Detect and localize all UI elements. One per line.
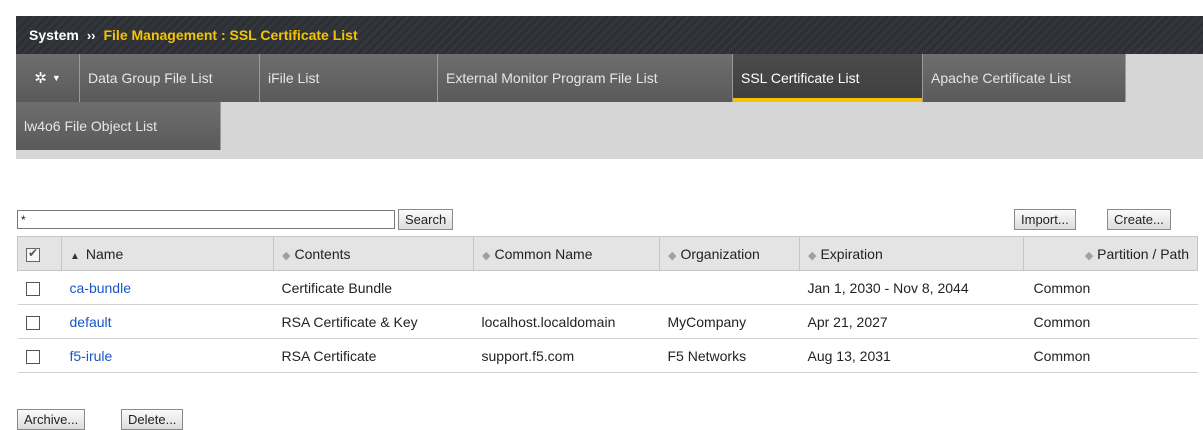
row-select-cell[interactable] xyxy=(17,270,62,305)
table-header-row: ▲Name ◆Contents ◆Common Name ◆Organizati… xyxy=(17,236,1198,271)
certificate-link[interactable]: f5-irule xyxy=(70,348,113,364)
expiration-cell: Jan 1, 2030 - Nov 8, 2044 xyxy=(799,270,1024,305)
row-select-cell[interactable] xyxy=(17,304,62,339)
sort-icon: ◆ xyxy=(282,249,291,262)
create-button[interactable]: Create... xyxy=(1107,209,1171,230)
tab-lw4o6-file-object-list[interactable]: lw4o6 File Object List xyxy=(16,102,221,150)
row-checkbox[interactable] xyxy=(25,281,40,296)
partition-cell: Common xyxy=(1023,338,1198,373)
tab-ifile-list[interactable]: iFile List xyxy=(260,54,438,102)
partition-cell: Common xyxy=(1023,270,1198,305)
contents-cell: Certificate Bundle xyxy=(273,270,474,305)
table-row: f5-irule RSA Certificate support.f5.com … xyxy=(17,338,1198,373)
breadcrumb-root[interactable]: System xyxy=(29,27,79,43)
search-input[interactable] xyxy=(17,210,395,229)
settings-menu-tab[interactable]: ✲ ▼ xyxy=(16,54,80,102)
name-cell: ca-bundle xyxy=(61,270,274,305)
row-checkbox[interactable] xyxy=(25,315,40,330)
sort-icon: ◆ xyxy=(808,249,817,262)
breadcrumb-current: File Management : SSL Certificate List xyxy=(103,27,358,43)
tab-label: Data Group File List xyxy=(88,70,213,86)
sort-icon: ◆ xyxy=(1084,249,1094,262)
column-header-expiration[interactable]: ◆ Expiration xyxy=(799,236,1024,271)
certificate-link[interactable]: ca-bundle xyxy=(70,280,132,296)
column-label: Partition / Path xyxy=(1097,245,1189,262)
tab-bar: ✲ ▼ Data Group File List iFile List Exte… xyxy=(16,54,1203,159)
sort-icon: ◆ xyxy=(668,249,677,262)
column-label: Name xyxy=(85,245,124,262)
tab-label: iFile List xyxy=(268,70,320,86)
table-row: ca-bundle Certificate Bundle Jan 1, 2030… xyxy=(17,270,1198,305)
common-name-cell xyxy=(473,270,660,305)
certificate-table: ▲Name ◆Contents ◆Common Name ◆Organizati… xyxy=(17,236,1198,373)
contents-cell: RSA Certificate & Key xyxy=(273,304,474,339)
sort-ascending-icon: ▲ xyxy=(70,250,80,262)
organization-cell: MyCompany xyxy=(659,304,800,339)
column-label: Organization xyxy=(680,245,760,262)
sort-icon: ◆ xyxy=(482,249,491,262)
tab-label: lw4o6 File Object List xyxy=(24,118,158,134)
common-name-cell: localhost.localdomain xyxy=(473,304,660,339)
column-header-common-name[interactable]: ◆ Common Name xyxy=(473,236,660,271)
tab-label: External Monitor Program File List xyxy=(446,70,658,86)
organization-cell xyxy=(659,270,800,305)
tab-label: Apache Certificate List xyxy=(931,70,1072,86)
column-header-contents[interactable]: ◆ Contents xyxy=(273,236,474,271)
organization-cell: F5 Networks xyxy=(659,338,800,373)
row-select-cell[interactable] xyxy=(17,338,62,373)
chevron-down-icon: ▼ xyxy=(51,73,61,83)
select-all-checkbox[interactable] xyxy=(26,246,40,262)
gear-icon: ✲ xyxy=(34,70,47,87)
tab-data-group-file-list[interactable]: Data Group File List xyxy=(80,54,260,102)
page-title-bar: System ›› File Management : SSL Certific… xyxy=(16,16,1203,54)
partition-cell: Common xyxy=(1023,304,1198,339)
breadcrumb-separator: ›› xyxy=(86,27,96,43)
name-cell: default xyxy=(61,304,274,339)
select-all-cell[interactable] xyxy=(17,236,62,271)
search-button[interactable]: Search xyxy=(398,209,454,230)
column-header-name[interactable]: ▲ Name xyxy=(61,236,274,271)
expiration-cell: Aug 13, 2031 xyxy=(799,338,1024,373)
delete-button[interactable]: Delete... xyxy=(121,409,184,430)
certificate-link[interactable]: default xyxy=(70,314,112,330)
column-label: Common Name xyxy=(494,245,593,262)
common-name-cell: support.f5.com xyxy=(473,338,660,373)
tab-external-monitor-program-file-list[interactable]: External Monitor Program File List xyxy=(438,54,733,102)
expiration-cell: Apr 21, 2027 xyxy=(799,304,1024,339)
archive-button[interactable]: Archive... xyxy=(17,409,86,430)
top-strip xyxy=(0,0,1203,16)
row-checkbox[interactable] xyxy=(25,349,40,364)
table-row: default RSA Certificate & Key localhost.… xyxy=(17,304,1198,339)
column-header-partition-path[interactable]: ◆ Partition / Path xyxy=(1023,236,1198,271)
column-header-organization[interactable]: ◆ Organization xyxy=(659,236,800,271)
tab-label: SSL Certificate List xyxy=(741,70,860,86)
tab-apache-certificate-list[interactable]: Apache Certificate List xyxy=(923,54,1126,102)
tab-ssl-certificate-list[interactable]: SSL Certificate List xyxy=(733,54,923,102)
column-label: Contents xyxy=(294,245,351,262)
column-label: Expiration xyxy=(820,245,883,262)
contents-cell: RSA Certificate xyxy=(273,338,474,373)
import-button[interactable]: Import... xyxy=(1014,209,1076,230)
name-cell: f5-irule xyxy=(61,338,274,373)
